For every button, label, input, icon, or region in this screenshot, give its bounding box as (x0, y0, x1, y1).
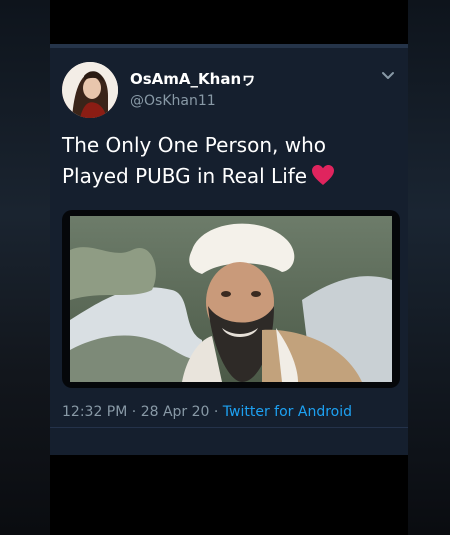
tweet-metadata: 12:32 PM · 28 Apr 20 · Twitter for Andro… (62, 404, 352, 420)
tweet-text: The Only One Person, who Played PUBG in … (62, 130, 396, 192)
top-black-bar (50, 0, 408, 44)
tweet-source-link[interactable]: Twitter for Android (223, 404, 352, 420)
separator: · (213, 404, 219, 420)
tweet-date[interactable]: 28 Apr 20 (141, 404, 210, 420)
bottom-black-bar (50, 455, 408, 535)
blurred-background-left (0, 0, 50, 535)
blurred-background-right (408, 0, 450, 535)
avatar[interactable] (62, 62, 118, 118)
tweet-photo (70, 216, 392, 382)
divider (50, 427, 408, 428)
tweet-media[interactable] (62, 210, 400, 388)
display-name[interactable]: OsAmA_Khanヮ (130, 68, 256, 89)
tweet-card: OsAmA_Khanヮ @OsKhan11 The Only One Perso… (50, 44, 408, 455)
tweet-text-content: The Only One Person, who Played PUBG in … (62, 133, 326, 188)
avatar-image (62, 62, 118, 118)
separator: · (131, 404, 137, 420)
red-heart-icon (312, 165, 335, 185)
tweet-time[interactable]: 12:32 PM (62, 404, 127, 420)
chevron-down-icon[interactable] (378, 66, 398, 86)
user-handle[interactable]: @OsKhan11 (130, 93, 216, 109)
